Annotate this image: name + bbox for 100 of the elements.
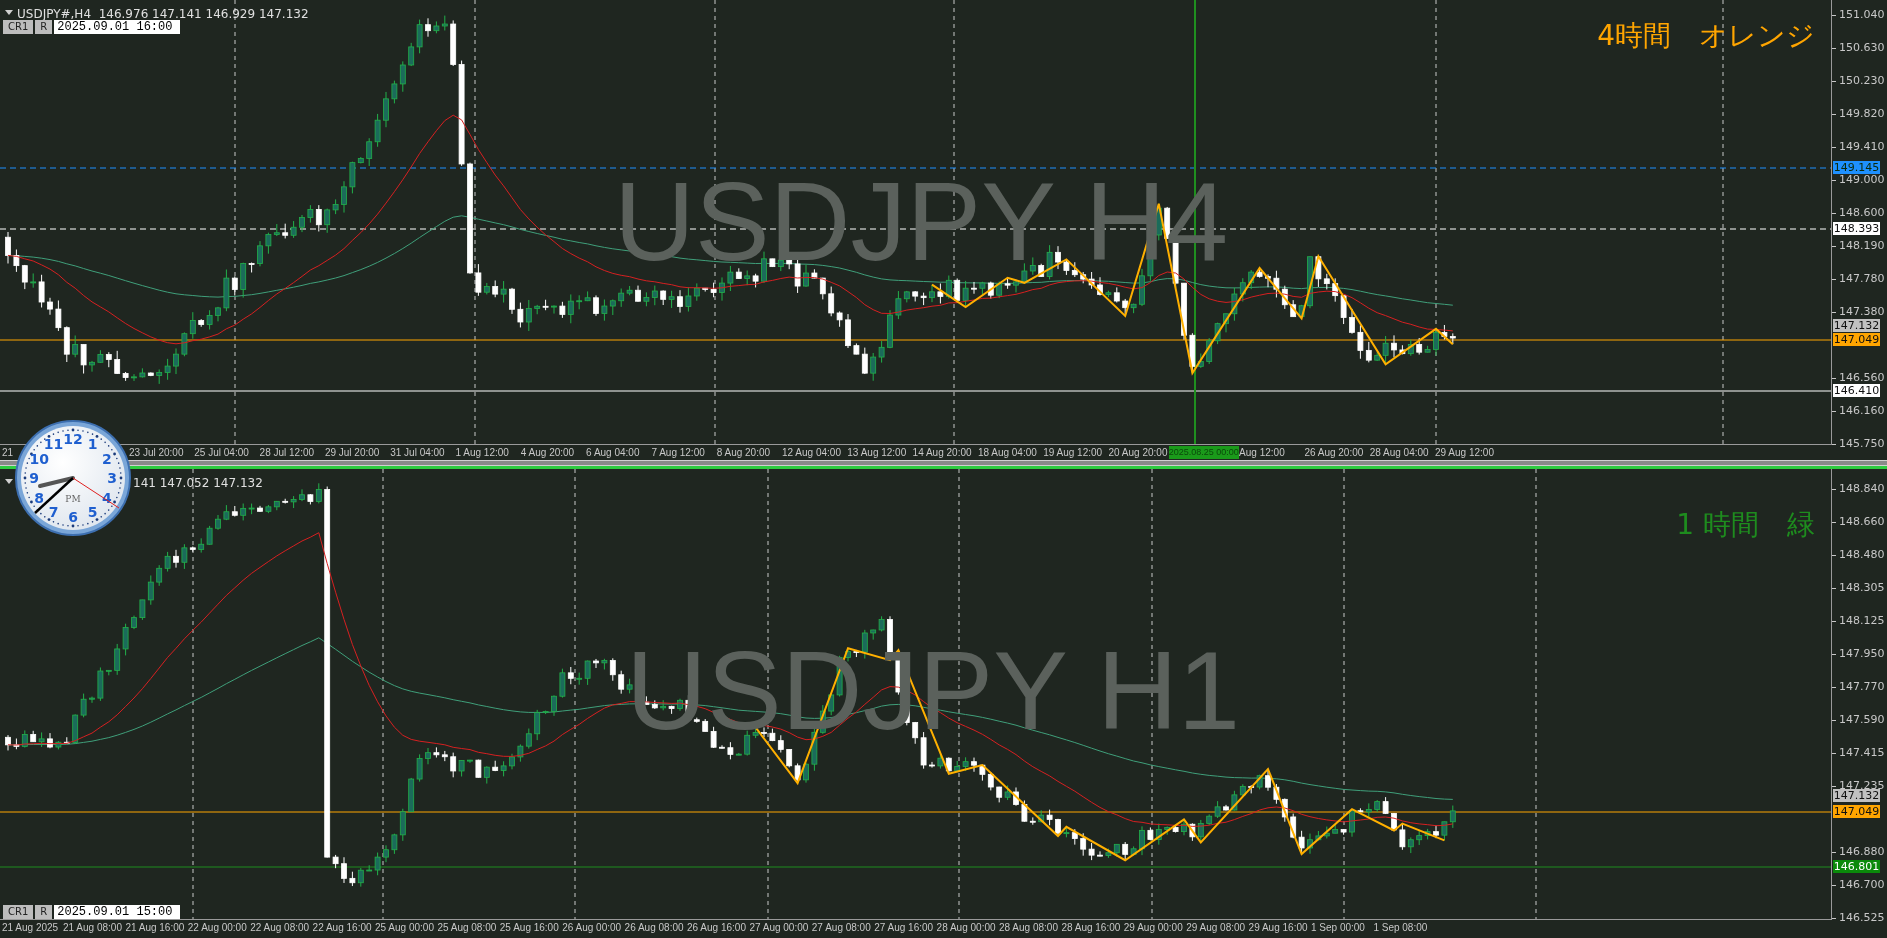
price-label: 148.600	[1839, 206, 1885, 220]
price-badge: 147.049	[1833, 333, 1880, 346]
time-label: 27 Aug 08:00	[811, 921, 871, 934]
time-label: 26 Aug 08:00	[624, 921, 684, 934]
price-label: 149.410	[1839, 140, 1885, 154]
price-label: 149.000	[1839, 173, 1885, 187]
time-label: 18 Aug 04:00	[977, 446, 1037, 459]
chart-caption: 1 時間 緑	[1676, 511, 1815, 539]
time-label: 28 Aug 04:00	[1369, 446, 1429, 459]
price-label: 146.160	[1839, 404, 1885, 418]
time-label: 19 Aug 12:00	[1043, 446, 1103, 459]
clock-numeral: 7	[48, 503, 59, 520]
time-label: 1 Aug 12:00	[455, 446, 509, 459]
price-label: 148.125	[1839, 614, 1885, 628]
toolbar-button[interactable]: R	[35, 905, 53, 919]
price-label: 145.750	[1839, 437, 1885, 451]
time-label: 28 Aug 00:00	[936, 921, 996, 934]
time-label: 28 Jul 12:00	[259, 446, 315, 459]
price-badge: 147.132	[1833, 789, 1880, 802]
time-label: 27 Aug 00:00	[749, 921, 809, 934]
price-label: 148.190	[1839, 239, 1885, 253]
time-label: 22 Aug 00:00	[187, 921, 247, 934]
time-label: 25 Aug 16:00	[499, 921, 559, 934]
time-label: 7 Aug 12:00	[651, 446, 705, 459]
price-badge: 147.132	[1833, 319, 1880, 332]
price-badge: 149.145	[1833, 161, 1880, 174]
time-label: 25 Aug 00:00	[375, 921, 434, 934]
time-label: 22 Aug 16:00	[312, 921, 372, 934]
time-label: 29 Aug 08:00	[1186, 921, 1246, 934]
symbol-info: 141 147.052 147.132	[133, 475, 263, 492]
symbol-info: USDJPY#,H4 146.976 147.141 146.929 147.132	[17, 6, 309, 22]
clock-numeral: 1	[87, 436, 98, 453]
price-badge: 146.801	[1833, 860, 1880, 873]
clock-numeral: 5	[87, 503, 98, 520]
price-label: 148.305	[1839, 581, 1885, 595]
time-cursor-badge: 2025.08.25 00:00	[1168, 446, 1239, 459]
time-label: 31 Jul 04:00	[390, 446, 445, 459]
price-badge: 148.393	[1833, 222, 1880, 235]
time-label: 20 Aug 20:00	[1108, 446, 1168, 459]
price-label: 147.590	[1839, 713, 1885, 727]
clock-numeral: 12	[63, 431, 83, 447]
toolbar-button[interactable]: CR1	[3, 20, 34, 34]
time-label: 23 Jul 20:00	[129, 446, 184, 459]
clock-numeral: 10	[29, 450, 49, 467]
price-badge: 146.410	[1833, 384, 1880, 397]
price-label: 147.770	[1839, 680, 1885, 694]
time-label: 4 Aug 20:00	[520, 446, 575, 459]
time-label: 28 Aug 16:00	[1061, 921, 1121, 934]
time-label: 29 Aug 16:00	[1248, 921, 1308, 934]
time-label: 26 Aug 00:00	[562, 921, 622, 934]
clock-numeral: 11	[43, 436, 64, 453]
chart-caption: 4時間 オレンジ	[1597, 22, 1815, 50]
price-label: 148.840	[1839, 482, 1885, 496]
clock-numeral: 2	[101, 450, 112, 467]
time-label: 12 Aug 04:00	[782, 446, 841, 459]
time-label: 28 Aug 08:00	[999, 921, 1058, 934]
time-label: 25 Aug 08:00	[437, 921, 497, 934]
time-label: 1 Sep 00:00	[1311, 921, 1365, 934]
dropdown-triangle-icon[interactable]	[5, 479, 13, 484]
price-label: 146.880	[1839, 845, 1885, 859]
time-label: 6 Aug 04:00	[586, 446, 640, 459]
time-label: 14 Aug 20:00	[912, 446, 972, 459]
clock-numeral: 3	[107, 470, 117, 486]
clock-numeral: 8	[34, 489, 45, 506]
datetime-field[interactable]: 2025.09.01 16:00	[54, 20, 181, 34]
price-label: 148.660	[1839, 515, 1885, 529]
price-label: 147.950	[1839, 647, 1885, 661]
price-label: 148.480	[1839, 548, 1885, 562]
time-label: 29 Jul 20:00	[324, 446, 380, 459]
time-label: 26 Aug 20:00	[1304, 446, 1364, 459]
price-label: 147.415	[1839, 746, 1885, 760]
toolbar-button[interactable]: CR1	[3, 905, 34, 919]
toolbar-button[interactable]: R	[35, 20, 53, 34]
time-label: Aug 12:00	[1239, 446, 1285, 459]
clock-meridiem: PM	[65, 494, 81, 504]
dropdown-triangle-icon[interactable]	[5, 10, 13, 15]
datetime-field[interactable]: 2025.09.01 15:00	[54, 905, 181, 919]
price-label: 146.700	[1839, 878, 1885, 892]
time-label: 25 Jul 04:00	[194, 446, 249, 459]
time-label: 13 Aug 12:00	[847, 446, 907, 459]
price-label: 150.230	[1839, 74, 1885, 88]
time-label: 21	[2, 446, 14, 459]
price-label: 151.040	[1839, 8, 1885, 22]
price-label: 146.525	[1839, 911, 1885, 925]
price-label: 147.380	[1839, 305, 1885, 319]
time-label: 29 Aug 12:00	[1435, 446, 1494, 459]
time-label: 21 Aug 16:00	[125, 921, 185, 934]
time-label: 1 Sep 08:00	[1373, 921, 1428, 934]
time-label: 22 Aug 08:00	[250, 921, 310, 934]
price-label: 147.780	[1839, 272, 1885, 286]
time-label: 8 Aug 20:00	[716, 446, 771, 459]
time-label: 29 Aug 00:00	[1123, 921, 1183, 934]
time-label: 21 Aug 2025	[2, 921, 59, 934]
price-badge: 147.049	[1833, 805, 1880, 818]
price-label: 149.820	[1839, 107, 1885, 121]
time-label: 21 Aug 08:00	[63, 921, 122, 934]
price-label: 146.560	[1839, 371, 1885, 385]
time-label: 26 Aug 16:00	[687, 921, 746, 934]
price-label: 150.630	[1839, 41, 1885, 55]
clock-numeral: 6	[68, 509, 78, 525]
